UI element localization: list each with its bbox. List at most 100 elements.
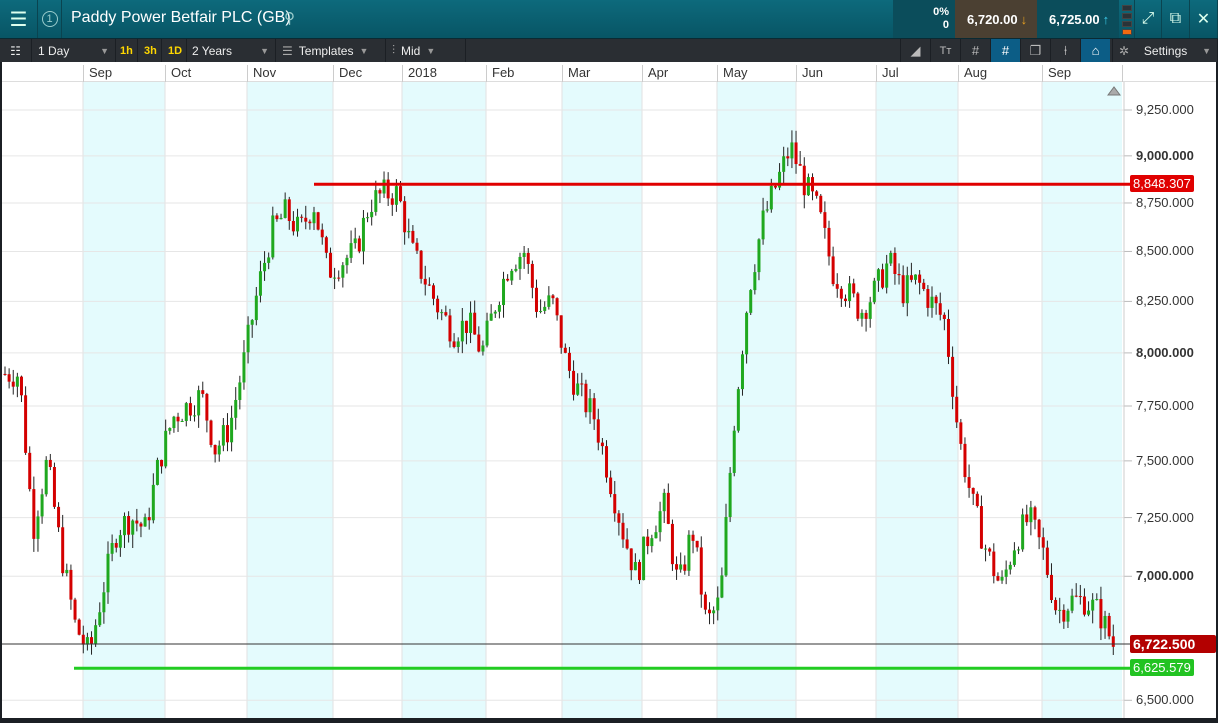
candle-body — [304, 217, 308, 222]
range-select[interactable]: 2 Years ▼ — [186, 39, 276, 62]
candle-body — [909, 275, 913, 280]
interval-select[interactable]: 1 Day ▼ — [32, 39, 116, 62]
candle-body — [341, 265, 345, 278]
chevron-down-icon: ▼ — [426, 45, 436, 56]
month-label: May — [717, 65, 748, 82]
price-type-select[interactable]: ⫶ Mid ▼ — [386, 39, 466, 62]
candle-body — [431, 285, 435, 299]
candle-body — [489, 313, 493, 321]
candle-body — [1037, 519, 1041, 538]
candle-body — [716, 597, 720, 611]
candle-body — [806, 177, 810, 196]
sell-button[interactable]: 6,720.00 ↓ — [955, 0, 1037, 38]
candle-body — [497, 305, 501, 312]
candle-body — [164, 430, 168, 467]
candle-body — [44, 459, 48, 495]
indicator-icon[interactable]: ⍿ — [1050, 39, 1080, 62]
candle-body — [609, 477, 613, 495]
candle-body — [1066, 610, 1070, 622]
candle-body — [654, 532, 658, 539]
candle-body — [477, 334, 481, 352]
candle-body — [440, 312, 444, 314]
candle-body — [106, 553, 110, 593]
candle-body — [225, 425, 229, 443]
quick-1h[interactable]: 1h — [116, 39, 138, 62]
candle-body — [19, 376, 23, 396]
candle-body — [1045, 547, 1049, 575]
candle-body — [621, 522, 625, 540]
buy-button[interactable]: 6,725.00 ↑ — [1037, 0, 1119, 38]
price-tag-icon[interactable]: ⌂ — [1080, 39, 1110, 62]
candle-body — [1041, 537, 1045, 548]
candle-body — [930, 296, 934, 308]
candle-body — [139, 523, 143, 527]
close-icon[interactable]: ✕ — [1190, 0, 1218, 38]
candle-body — [687, 534, 691, 571]
candle-body — [1074, 595, 1078, 597]
candle-body — [720, 575, 724, 598]
candle-body — [843, 298, 847, 301]
candle-body — [918, 274, 922, 283]
candle-body — [28, 452, 32, 490]
drawing-tool-icon[interactable]: ◢ — [900, 39, 930, 62]
candle-body — [291, 220, 295, 232]
price-tick-label: 8,250.000 — [1136, 293, 1194, 309]
candle-body — [180, 421, 184, 423]
candle-body — [366, 217, 370, 219]
candle-body — [530, 263, 534, 288]
candle-body — [522, 252, 526, 257]
candle-body — [7, 374, 11, 382]
arrow-up-icon: ↑ — [1102, 11, 1110, 27]
settings-button[interactable]: ✲ Settings ▼ — [1112, 39, 1218, 62]
candle-body — [1095, 599, 1099, 601]
price-chart[interactable]: 9,250.000 9,000.000 8,750.000 8,500.000 8,25… — [2, 82, 1216, 718]
candle-body — [448, 315, 452, 342]
candle-body — [782, 156, 786, 172]
price-change: 0% 0 — [893, 0, 955, 38]
candle-body — [242, 352, 246, 383]
link-group-badge[interactable]: 1 — [38, 0, 62, 38]
list-icon[interactable]: ☷ — [0, 39, 32, 62]
candles-icon: ⫶ — [392, 43, 396, 57]
grid-icon[interactable]: # — [960, 39, 990, 62]
candle-body — [885, 263, 889, 288]
candle-body — [493, 311, 497, 314]
candle-body — [901, 275, 905, 304]
candle-body — [703, 594, 707, 610]
expand-icon[interactable]: ⤢ — [1134, 0, 1162, 38]
candle-body — [510, 270, 514, 281]
quick-3h[interactable]: 3h — [140, 39, 162, 62]
templates-select[interactable]: ☰ Templates ▼ — [276, 39, 386, 62]
candle-body — [36, 516, 40, 539]
chevron-down-icon: ▼ — [100, 45, 109, 56]
grid-edit-icon[interactable]: # — [990, 39, 1020, 62]
candle-body — [856, 293, 860, 319]
instrument-title[interactable]: Paddy Power Betfair PLC (GB) — [71, 9, 291, 27]
candle-body — [267, 257, 271, 263]
candle-body — [889, 252, 893, 264]
candle-body — [637, 562, 641, 581]
candle-body — [1087, 610, 1091, 615]
candle-body — [543, 306, 547, 311]
candle-body — [32, 489, 36, 539]
popout-icon[interactable]: ⧉ — [1162, 0, 1190, 38]
candle-body — [464, 320, 468, 333]
month-band — [402, 82, 486, 718]
candle-body — [876, 269, 880, 281]
search-icon[interactable]: ⚲ — [284, 9, 295, 27]
layers-icon[interactable]: ❐ — [1020, 39, 1050, 62]
candle-body — [670, 523, 674, 565]
quick-1d[interactable]: 1D — [164, 39, 188, 62]
candle-body — [69, 569, 73, 600]
candle-body — [662, 492, 666, 512]
candle-body — [1008, 564, 1012, 570]
menu-icon[interactable]: ☰ — [0, 0, 38, 38]
candle-body — [897, 274, 901, 276]
candle-body — [1004, 569, 1008, 577]
text-size-icon[interactable]: Tт — [930, 39, 960, 62]
candle-body — [234, 399, 238, 418]
candle-body — [827, 227, 831, 257]
candle-body — [926, 289, 930, 308]
candle-body — [592, 398, 596, 420]
candle-body — [922, 282, 926, 290]
